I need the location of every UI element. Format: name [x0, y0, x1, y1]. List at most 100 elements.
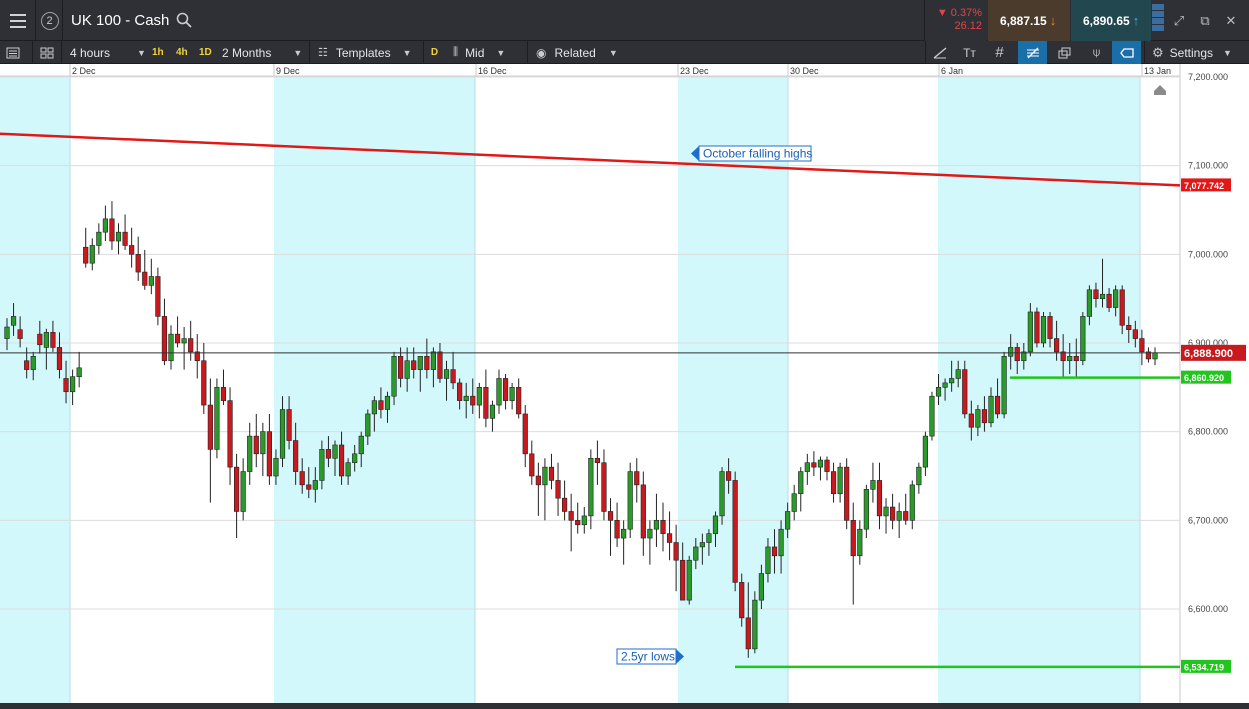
candle-body — [719, 471, 725, 517]
market-depth-icon[interactable] — [1152, 4, 1164, 37]
candle-body — [443, 369, 450, 379]
candle-body — [63, 378, 69, 393]
indicator-icon[interactable]: ⍦ — [1082, 41, 1111, 64]
candle-body — [890, 506, 896, 521]
candle-body — [398, 355, 404, 379]
templates-dropdown[interactable]: ☷ Templates ▼ — [309, 41, 422, 64]
candle-body — [371, 400, 377, 415]
candle-body — [765, 546, 771, 574]
candle-body — [1113, 289, 1119, 308]
candle-body — [680, 559, 686, 601]
candle-body — [568, 511, 574, 521]
tag-icon[interactable] — [1112, 41, 1141, 64]
quick-1h-button[interactable]: 1h — [152, 41, 164, 64]
candle-body — [949, 378, 955, 384]
quick-4h-button[interactable]: 4h — [176, 41, 188, 64]
close-icon[interactable]: ✕ — [1218, 0, 1244, 41]
buy-price: 6,890.65 — [1083, 13, 1130, 28]
list-icon[interactable] — [6, 41, 30, 64]
eye-icon: ◉ — [536, 45, 547, 60]
search-icon[interactable] — [176, 12, 192, 28]
candle-body — [109, 218, 115, 242]
candle-body — [942, 382, 948, 388]
candle-body — [804, 462, 810, 472]
quick-1d-button[interactable]: 1D — [199, 41, 212, 64]
candle-body — [785, 511, 791, 530]
candle-body — [148, 276, 154, 286]
buy-button[interactable]: 6,890.65 ↑ — [1071, 0, 1151, 41]
fib-tool-icon[interactable] — [1018, 41, 1047, 64]
candle-body — [43, 332, 49, 348]
candle-body — [378, 400, 384, 410]
sell-button[interactable]: 6,887.15 ↓ — [988, 0, 1070, 41]
candle-body — [935, 387, 942, 397]
d-badge[interactable]: D — [423, 41, 445, 64]
price-chart[interactable]: 2 Dec 9 Dec 16 Dec 23 Dec 30 Dec 6 Jan 13 Jan 6… — [0, 64, 1249, 703]
candle-body — [673, 542, 679, 561]
instrument-title[interactable]: UK 100 - Cash — [71, 0, 169, 41]
popout-icon[interactable]: ⧉ — [1192, 0, 1218, 41]
drawing-line-icon[interactable] — [925, 41, 954, 64]
candle-body — [325, 449, 332, 459]
candle-body — [463, 395, 469, 401]
candle-body — [1093, 289, 1099, 299]
text-tool-icon[interactable]: Tт — [955, 41, 984, 64]
price-type-dropdown[interactable]: ⫼ Mid ▼ — [453, 41, 523, 64]
candle-body — [1054, 338, 1060, 353]
chart-area[interactable]: 2 Dec 9 Dec 16 Dec 23 Dec 30 Dec 6 Jan 13 Jan 6… — [0, 64, 1249, 709]
candle-body — [581, 515, 587, 526]
candle-body — [1119, 289, 1125, 326]
related-dropdown[interactable]: ◉ Related ▼ — [527, 41, 623, 64]
candle-body — [857, 528, 863, 557]
candle-body — [70, 376, 76, 393]
candle-body — [188, 338, 194, 353]
candle-body — [306, 484, 312, 490]
candle-body — [555, 480, 561, 499]
x-tick-label: 23 Dec — [680, 66, 709, 76]
candle-body — [732, 480, 738, 583]
candle-body — [365, 413, 371, 437]
current-price-tag: 6,888.900 — [1184, 348, 1233, 360]
candle-body — [1027, 311, 1033, 353]
arrow-down-icon: ↓ — [1049, 13, 1057, 28]
candle-body — [489, 404, 496, 419]
candle-body — [470, 395, 476, 406]
interval-dropdown[interactable]: 4 hours ▼ — [61, 41, 147, 64]
candle-body — [496, 378, 502, 406]
candle-body — [476, 387, 482, 406]
candle-body — [535, 475, 541, 486]
candle-body — [227, 400, 233, 468]
y-tick-label: 6,800.000 — [1188, 427, 1228, 437]
layout-number-button[interactable]: 2 — [37, 0, 63, 41]
grid-layout-icon[interactable] — [32, 41, 60, 64]
candle-body — [89, 245, 95, 264]
y-tick-label: 7,100.000 — [1188, 161, 1228, 171]
hamburger-menu-icon[interactable] — [0, 0, 36, 41]
candle-body — [391, 355, 397, 397]
range-dropdown[interactable]: 2 Months ▼ — [222, 41, 306, 64]
candle-body — [962, 369, 968, 415]
candle-body — [450, 369, 456, 384]
copy-layers-icon[interactable] — [1050, 41, 1079, 64]
scroll-to-latest-icon — [1154, 85, 1166, 95]
candle-body — [293, 440, 299, 472]
related-label: Related — [554, 45, 596, 60]
candle-body — [575, 520, 581, 526]
settings-dropdown[interactable]: ⚙ Settings ▼ — [1144, 41, 1249, 64]
candle-body — [778, 528, 784, 557]
candle-body — [909, 484, 915, 521]
candle-body — [1073, 355, 1079, 362]
candle-body — [896, 511, 902, 521]
candle-body — [299, 471, 305, 486]
candle-body — [96, 231, 102, 246]
candle-body — [161, 316, 168, 362]
expand-icon[interactable]: ⤢ — [1166, 0, 1192, 41]
crosshair-grid-icon[interactable]: # — [985, 41, 1014, 64]
candle-body — [712, 515, 719, 534]
candle-body — [1067, 355, 1073, 362]
candle-body — [509, 387, 515, 401]
candle-body — [994, 395, 1001, 415]
candle-body — [240, 471, 246, 512]
candle-body — [621, 528, 627, 539]
candle-body — [516, 387, 522, 415]
